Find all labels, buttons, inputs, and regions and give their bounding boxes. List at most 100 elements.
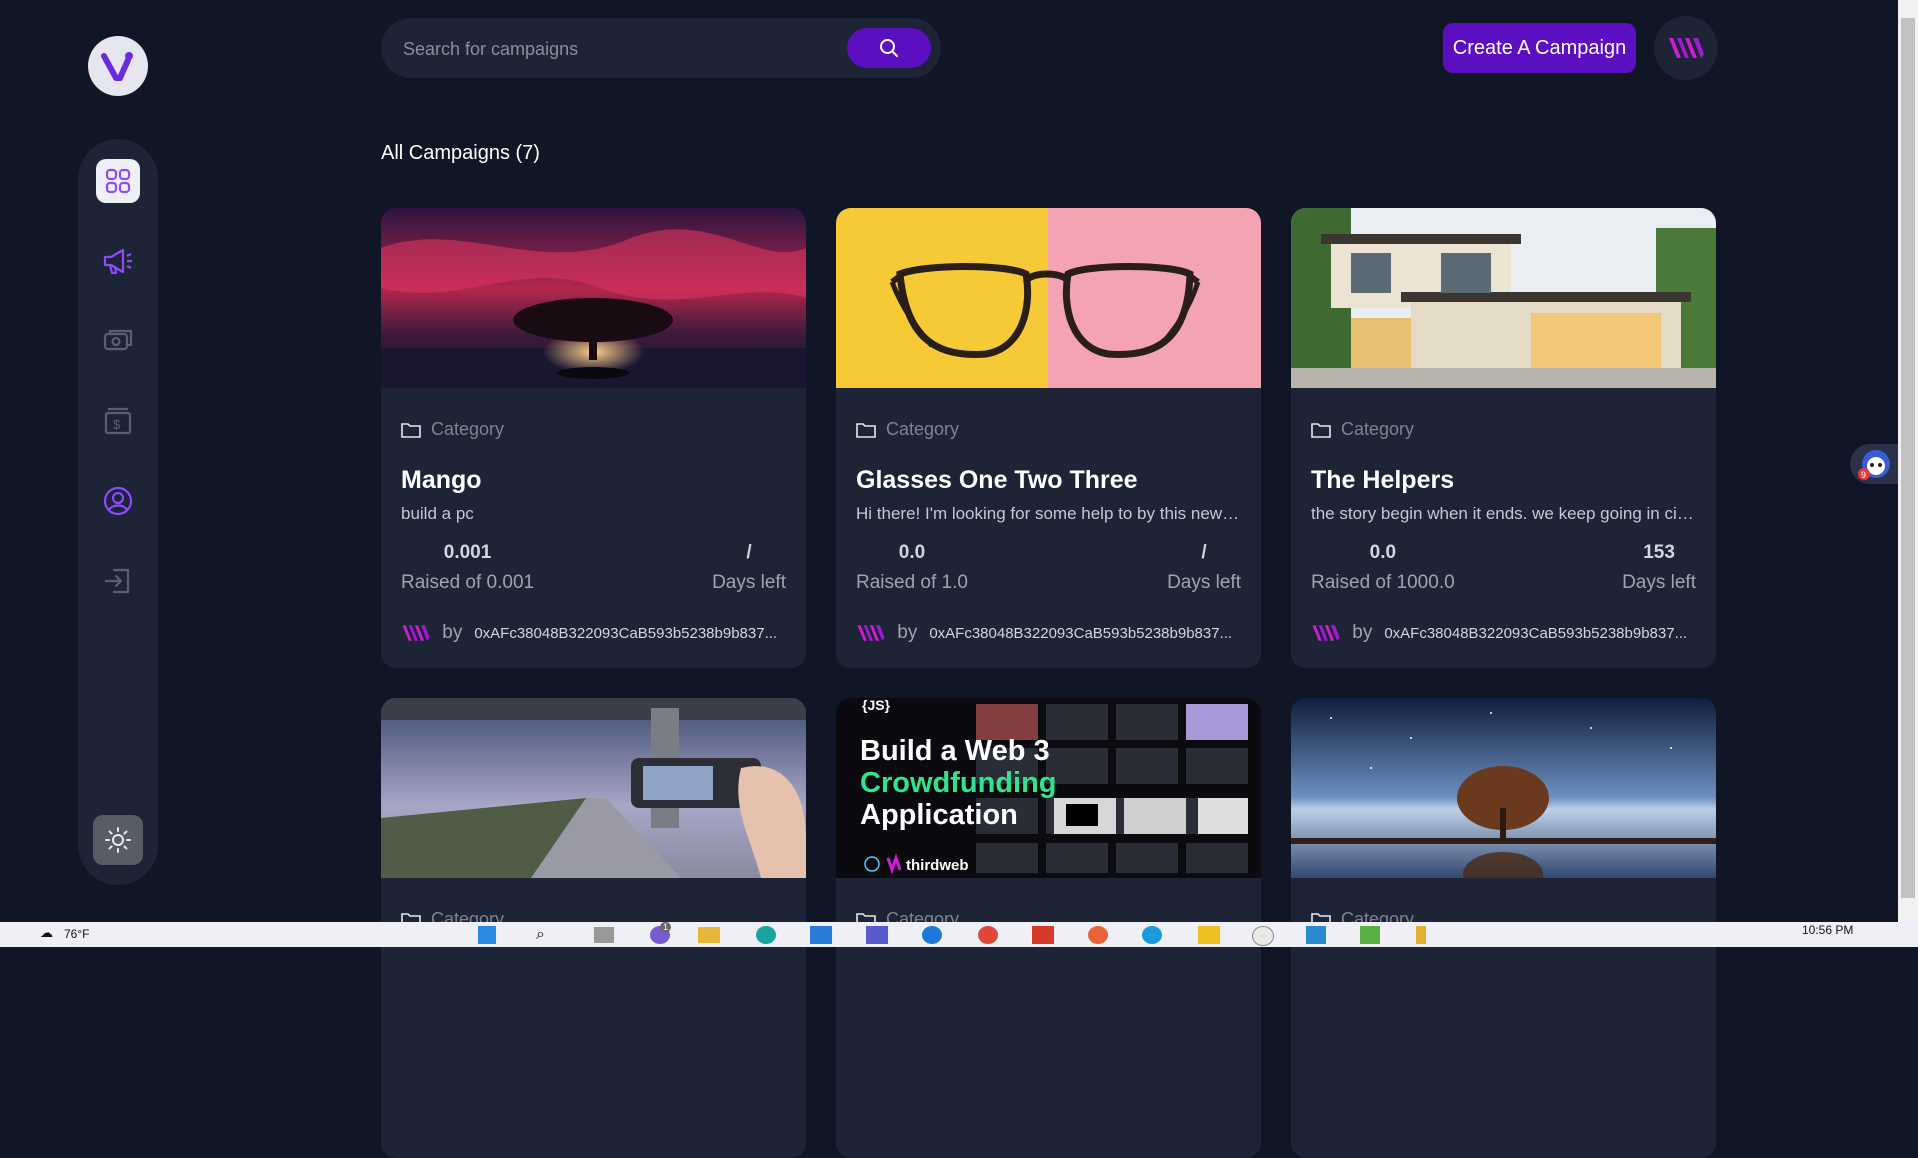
days-stat: / Days left — [712, 542, 786, 594]
campaign-image — [381, 208, 806, 388]
days-stat: / Days left — [1167, 542, 1241, 594]
weather-temp: 76°F — [64, 927, 90, 941]
category-label: Category — [886, 419, 960, 439]
campaign-image: {JS} Build a Web 3 Crowdfunding Applicat… — [836, 698, 1261, 878]
search-icon — [880, 39, 898, 57]
folder-icon — [856, 422, 876, 438]
raised-label: Raised of 0.001 — [401, 572, 535, 593]
start-icon[interactable] — [478, 926, 496, 944]
vscode-icon[interactable] — [1306, 926, 1326, 944]
sidebar-item-dashboard[interactable] — [96, 159, 140, 203]
days-label: Days left — [1622, 572, 1696, 593]
search-bar — [381, 18, 941, 78]
app9-icon[interactable] — [1416, 926, 1426, 944]
raised-stat: 0.0 Raised of 1.0 — [856, 542, 968, 594]
chrome-icon[interactable] — [978, 926, 998, 944]
user-icon — [103, 486, 133, 516]
taskview-icon[interactable] — [594, 927, 614, 943]
campaign-image — [836, 208, 1261, 388]
app7-icon[interactable] — [1252, 926, 1274, 946]
owner-address: 0xAFc38048B322093CaB593b5238b9b837... — [1384, 624, 1688, 642]
app2-icon[interactable] — [922, 926, 942, 944]
raised-value: 0.0 — [898, 542, 926, 563]
owner-avatar-icon — [402, 625, 430, 641]
campaign-description: Hi there! I'm looking for some help to b… — [856, 504, 1241, 523]
teams-icon[interactable] — [866, 926, 888, 944]
scrollbar-thumb[interactable] — [1901, 18, 1915, 898]
owner-address: 0xAFc38048B322093CaB593b5238b9b837... — [929, 624, 1233, 642]
grid-icon — [105, 168, 131, 194]
campaign-description: build a pc — [401, 504, 474, 523]
edge-icon[interactable] — [756, 926, 776, 944]
sidebar-item-profile[interactable] — [96, 479, 140, 523]
search-button[interactable] — [847, 28, 931, 68]
days-stat: 153 Days left — [1622, 542, 1696, 594]
sidebar-item-withdraw[interactable]: $ — [96, 399, 140, 443]
logo-mark-icon — [101, 52, 133, 81]
thumb-line-1: Build a Web 3 — [860, 735, 1050, 767]
app6-icon[interactable] — [1198, 926, 1220, 944]
campaign-card[interactable]: Category The Helpers the story begin whe… — [1291, 208, 1716, 668]
store-icon[interactable] — [810, 926, 832, 944]
campaign-title: Mango — [401, 466, 482, 494]
theme-toggle-button[interactable] — [93, 815, 143, 865]
app4-icon[interactable] — [1088, 926, 1108, 944]
folder-icon — [1311, 422, 1331, 438]
thumb-line-2: Crowdfunding — [860, 767, 1057, 799]
campaign-category: Category — [856, 419, 959, 440]
sidebar: $ — [78, 139, 158, 885]
search-taskbar-icon[interactable]: ⌕ — [536, 926, 545, 944]
raised-label: Raised of 1000.0 — [1311, 572, 1455, 593]
app8-icon[interactable] — [1360, 926, 1380, 944]
campaign-image — [1291, 208, 1716, 388]
create-campaign-button[interactable]: Create A Campaign — [1443, 23, 1636, 73]
raised-value: 0.001 — [443, 542, 492, 563]
raised-stat: 0.001 Raised of 0.001 — [401, 542, 534, 594]
taskbar-badge: 1 — [660, 922, 672, 932]
search-input[interactable] — [401, 32, 825, 66]
voucher-icon: $ — [104, 407, 132, 435]
folder-icon — [401, 422, 421, 438]
cash-icon — [103, 329, 133, 351]
raised-stat: 0.0 Raised of 1000.0 — [1311, 542, 1455, 594]
campaign-image — [1291, 698, 1716, 878]
thumb-brand: thirdweb — [906, 857, 969, 874]
sidebar-item-payment[interactable] — [96, 319, 140, 363]
campaign-owner: by 0xAFc38048B322093CaB593b5238b9b837... — [1311, 622, 1706, 644]
campaign-title: Glasses One Two Three — [856, 466, 1138, 494]
category-label: Category — [1341, 419, 1415, 439]
owner-address: 0xAFc38048B322093CaB593b5238b9b837... — [474, 624, 778, 642]
owner-avatar-icon — [1312, 625, 1340, 641]
profile-avatar[interactable] — [1654, 16, 1718, 80]
campaign-image — [381, 698, 806, 878]
campaign-category: Category — [1311, 419, 1414, 440]
days-value: / — [746, 542, 752, 563]
owner-by-label: by — [442, 622, 463, 643]
campaign-card[interactable]: Category Mango build a pc 0.001 Raised o… — [381, 208, 806, 668]
chat-widget[interactable]: 9 — [1850, 444, 1898, 484]
days-value: 153 — [1643, 542, 1675, 563]
app5-icon[interactable] — [1142, 926, 1162, 944]
campaign-description: the story begin when it ends. we keep go… — [1311, 504, 1696, 523]
owner-by-label: by — [897, 622, 918, 643]
app-logo[interactable] — [88, 36, 148, 96]
owner-avatar-icon — [857, 625, 885, 641]
sidebar-item-campaign[interactable] — [96, 239, 140, 283]
widget-badge: 9 — [1861, 470, 1866, 480]
app3-icon[interactable] — [1032, 926, 1054, 944]
owner-by-label: by — [1352, 622, 1373, 643]
clock-time: 10:56 PM — [1802, 923, 1854, 937]
bot-icon: 9 — [1858, 450, 1890, 480]
file-explorer-icon[interactable] — [698, 927, 720, 943]
sun-icon — [105, 827, 131, 853]
campaign-owner: by 0xAFc38048B322093CaB593b5238b9b837... — [401, 622, 796, 644]
svg-text:$: $ — [113, 417, 121, 432]
os-taskbar: ☁ 76°F ⌕ 1 10:56 PM — [0, 922, 1918, 947]
campaign-card[interactable]: Category Glasses One Two Three Hi there!… — [836, 208, 1261, 668]
campaign-category: Category — [401, 419, 504, 440]
sidebar-item-logout[interactable] — [96, 559, 140, 603]
campaign-owner: by 0xAFc38048B322093CaB593b5238b9b837... — [856, 622, 1251, 644]
weather-icon[interactable]: ☁ — [40, 925, 53, 941]
thumb-line-3: Application — [860, 799, 1018, 831]
raised-label: Raised of 1.0 — [856, 572, 968, 593]
